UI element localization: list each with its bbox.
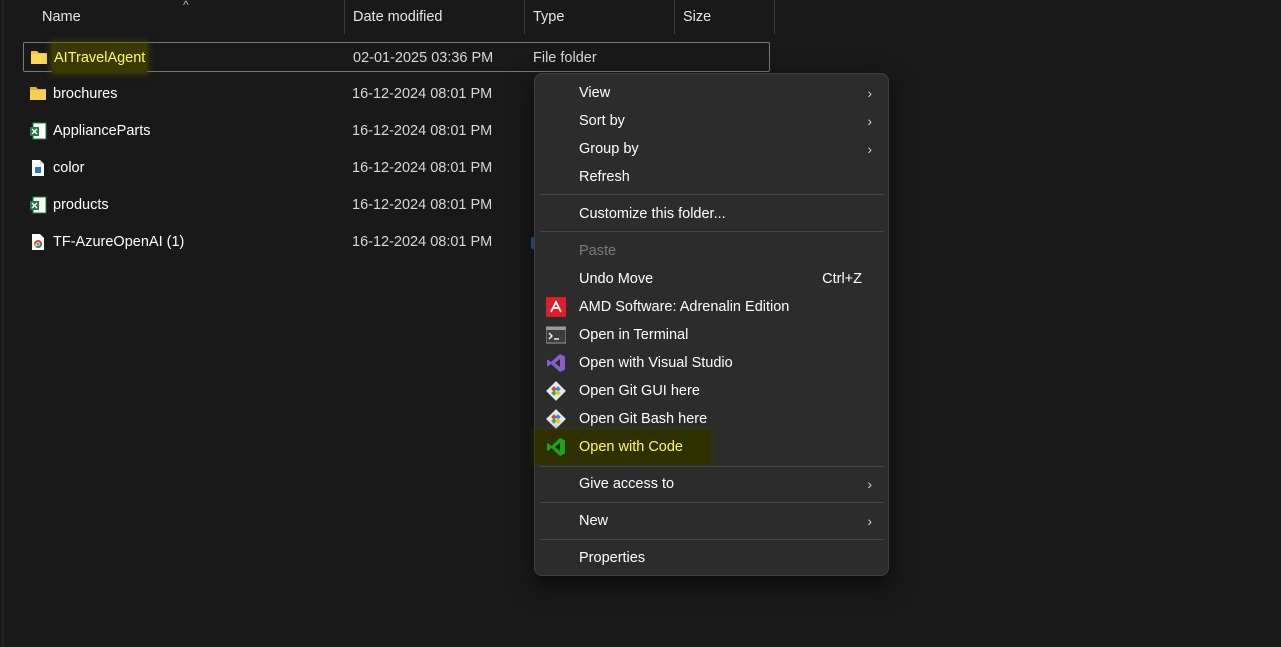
menu-item-group-by[interactable]: Group by › (535, 135, 888, 163)
file-name: color (53, 160, 85, 176)
menu-separator (540, 539, 884, 540)
menu-item-label: Give access to (579, 476, 675, 492)
menu-item-label: New (579, 513, 609, 529)
menu-item-open-git-gui[interactable]: Open Git GUI here (535, 377, 888, 405)
menu-item-label: Properties (579, 550, 646, 566)
context-menu: View › Sort by › Group by › Refresh Cust… (534, 73, 889, 576)
folder-icon (30, 87, 46, 100)
file-name: brochures (53, 86, 118, 102)
chevron-right-icon: › (867, 85, 872, 101)
menu-item-label: Undo Move (579, 271, 654, 287)
chevron-right-icon: › (867, 141, 872, 157)
file-date: 16-12-2024 08:01 PM (352, 160, 493, 176)
column-size-header[interactable]: Size (675, 0, 775, 34)
chevron-right-icon: › (867, 476, 872, 492)
menu-separator (540, 194, 884, 195)
file-date: 16-12-2024 08:01 PM (352, 123, 493, 139)
file-type: File folder (533, 50, 597, 66)
column-header: Name ^ Date modified Type Size (0, 0, 776, 34)
file-row-aitravelagent[interactable]: AITravelAgent 02-01-2025 03:36 PM File f… (23, 42, 770, 73)
left-border (2, 0, 4, 647)
column-date-label: Date modified (353, 9, 443, 25)
menu-item-open-git-bash[interactable]: Open Git Bash here (535, 405, 888, 433)
menu-item-undo-move[interactable]: Undo Move Ctrl+Z (535, 265, 888, 293)
menu-item-label: View (579, 85, 611, 101)
chevron-right-icon: › (867, 113, 872, 129)
menu-item-label: Open with Visual Studio (579, 355, 733, 371)
menu-item-customize-folder[interactable]: Customize this folder... (535, 200, 888, 228)
menu-item-paste: Paste (535, 237, 888, 265)
sort-ascending-icon: ^ (183, 0, 189, 12)
menu-item-label: AMD Software: Adrenalin Edition (579, 299, 790, 315)
menu-item-open-terminal[interactable]: Open in Terminal (535, 321, 888, 349)
column-type-header[interactable]: Type (525, 0, 675, 34)
image-file-icon (32, 160, 44, 176)
column-size-label: Size (683, 9, 712, 25)
file-name: products (53, 197, 109, 213)
file-date: 16-12-2024 08:01 PM (352, 197, 493, 213)
menu-item-sort-by[interactable]: Sort by › (535, 107, 888, 135)
vscode-icon (547, 438, 565, 456)
menu-item-open-visual-studio[interactable]: Open with Visual Studio (535, 349, 888, 377)
file-date: 16-12-2024 08:01 PM (352, 86, 493, 102)
visual-studio-icon (547, 354, 565, 372)
keyboard-shortcut: Ctrl+Z (822, 271, 862, 287)
menu-item-label: Sort by (579, 113, 625, 129)
file-name: AITravelAgent (52, 43, 148, 73)
git-gui-icon (546, 381, 566, 401)
chrome-file-icon (32, 234, 44, 250)
menu-item-label: Paste (579, 243, 617, 259)
menu-separator (540, 502, 884, 503)
menu-item-label: Open Git GUI here (579, 383, 700, 399)
file-date: 02-01-2025 03:36 PM (353, 50, 494, 66)
menu-item-view[interactable]: View › (535, 79, 888, 107)
git-bash-icon (546, 409, 566, 429)
chevron-right-icon: › (867, 513, 872, 529)
folder-icon (31, 51, 47, 64)
menu-separator (540, 466, 884, 467)
menu-item-refresh[interactable]: Refresh (535, 163, 888, 191)
excel-file-icon (30, 196, 47, 214)
file-name: TF-AzureOpenAI (1) (53, 234, 185, 250)
file-name: ApplianceParts (53, 123, 151, 139)
column-type-label: Type (533, 9, 565, 25)
menu-item-open-with-code[interactable]: Open with Code (535, 430, 888, 464)
menu-item-label: Open with Code (579, 439, 683, 455)
excel-file-icon (30, 122, 47, 140)
menu-item-label: Open in Terminal (579, 327, 689, 343)
menu-item-properties[interactable]: Properties (535, 544, 888, 572)
menu-item-give-access[interactable]: Give access to › (535, 470, 888, 498)
menu-item-amd-software[interactable]: AMD Software: Adrenalin Edition (535, 293, 888, 321)
column-date-header[interactable]: Date modified (345, 0, 525, 34)
menu-item-label: Open Git Bash here (579, 411, 708, 427)
menu-item-new[interactable]: New › (535, 507, 888, 535)
menu-item-label: Refresh (579, 169, 630, 185)
menu-item-label: Customize this folder... (579, 206, 726, 222)
column-name-header[interactable]: Name (34, 0, 345, 34)
file-date: 16-12-2024 08:01 PM (352, 234, 493, 250)
terminal-icon (546, 326, 566, 344)
amd-icon (546, 297, 566, 317)
menu-item-label: Group by (579, 141, 639, 157)
menu-separator (540, 231, 884, 232)
column-name-label: Name (42, 9, 81, 25)
